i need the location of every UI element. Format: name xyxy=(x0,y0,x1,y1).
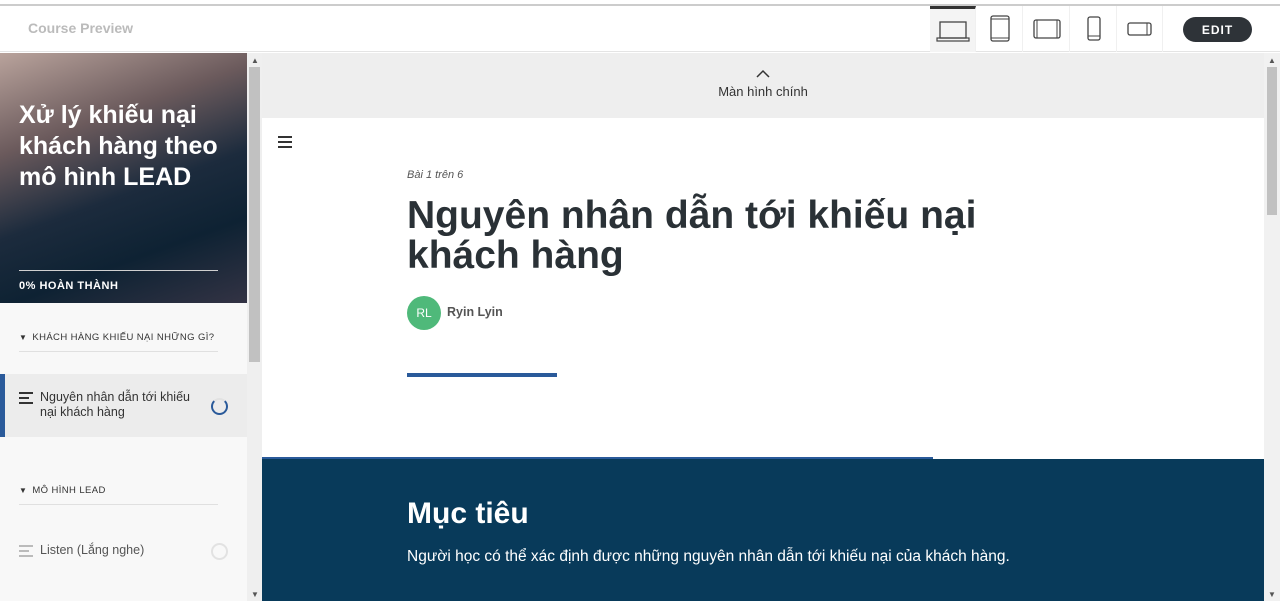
chevron-up-icon xyxy=(756,69,770,78)
main-scrollbar[interactable]: ▲ ▼ xyxy=(1264,53,1280,601)
phone-view-button[interactable] xyxy=(1071,6,1117,52)
phone-landscape-icon xyxy=(1126,22,1152,36)
tablet-icon xyxy=(989,15,1010,42)
course-hero: Xử lý khiếu nại khách hàng theo mô hình … xyxy=(0,53,247,303)
laptop-icon xyxy=(935,20,970,42)
section-label: MÔ HÌNH LEAD xyxy=(32,485,106,496)
progress-rule xyxy=(19,270,218,271)
lesson-label: Nguyên nhân dẫn tới khiếu nại khách hàng xyxy=(40,390,190,419)
phone-icon xyxy=(1086,16,1101,41)
top-bar: Course Preview EDIT xyxy=(0,6,1280,52)
section-text: Người học có thể xác định được những ngu… xyxy=(407,548,1010,565)
lesson-title: Nguyên nhân dẫn tới khiếu nại khách hàng xyxy=(407,194,977,277)
menu-icon[interactable] xyxy=(278,136,292,151)
lesson-label: Listen (Lắng nghe) xyxy=(40,543,145,557)
section-title: Mục tiêu xyxy=(407,497,529,530)
tablet-landscape-view-button[interactable] xyxy=(1024,6,1070,52)
section-header[interactable]: ▼ MÔ HÌNH LEAD xyxy=(19,485,218,505)
home-label: Màn hình chính xyxy=(718,84,808,99)
caret-down-icon: ▼ xyxy=(19,333,28,342)
phone-landscape-view-button[interactable] xyxy=(1117,6,1163,52)
lesson-item[interactable]: Nguyên nhân dẫn tới khiếu nại khách hàng xyxy=(0,374,247,437)
edit-button[interactable]: EDIT xyxy=(1183,17,1252,42)
app-title: Course Preview xyxy=(28,20,134,36)
section-label: KHÁCH HÀNG KHIẾU NẠI NHỮNG GÌ? xyxy=(32,332,215,343)
course-title: Xử lý khiếu nại khách hàng theo mô hình … xyxy=(19,101,218,191)
status-circle-icon xyxy=(211,543,228,560)
tablet-view-button[interactable] xyxy=(977,6,1023,52)
lesson-counter: Bài 1 trên 6 xyxy=(407,169,464,181)
author-name: Ryin Lyin xyxy=(447,305,503,319)
lesson-content: Màn hình chính Bài 1 trên 6 Nguyên nhân … xyxy=(262,53,1264,601)
tablet-landscape-icon xyxy=(1032,19,1061,39)
objective-section: Mục tiêu Người học có thể xác định được … xyxy=(262,459,1264,601)
lesson-item[interactable]: Listen (Lắng nghe) xyxy=(0,527,247,590)
section-header[interactable]: ▼ KHÁCH HÀNG KHIẾU NẠI NHỮNG GÌ? xyxy=(19,332,218,352)
text-lesson-icon xyxy=(19,545,33,560)
progress-spinner-icon xyxy=(211,398,228,415)
home-nav[interactable]: Màn hình chính xyxy=(262,53,1264,118)
laptop-view-button[interactable] xyxy=(930,6,976,52)
avatar: RL xyxy=(407,296,441,330)
course-sidebar: Xử lý khiếu nại khách hàng theo mô hình … xyxy=(0,53,247,601)
title-divider xyxy=(407,373,557,377)
sidebar-scrollbar[interactable]: ▲ ▼ xyxy=(247,53,262,601)
progress-label: 0% HOÀN THÀNH xyxy=(19,280,119,292)
text-lesson-icon xyxy=(19,392,33,407)
caret-down-icon: ▼ xyxy=(19,486,28,495)
